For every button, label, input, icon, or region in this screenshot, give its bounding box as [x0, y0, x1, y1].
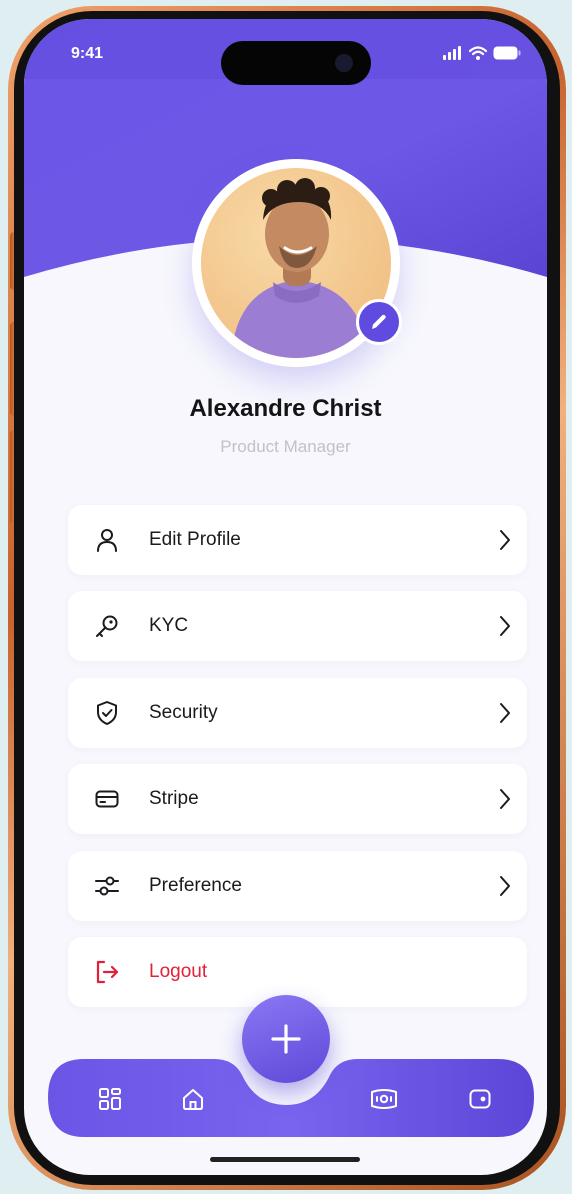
- chevron-right-icon: [500, 789, 510, 810]
- menu-label: Stripe: [149, 788, 199, 810]
- nav-grid[interactable]: [94, 1083, 126, 1115]
- status-time: 9:41: [71, 45, 104, 62]
- battery-icon: [493, 46, 521, 60]
- chevron-right-icon: [500, 875, 510, 896]
- sliders-icon: [95, 876, 119, 896]
- menu-label: KYC: [149, 615, 189, 637]
- menu-item-edit-profile[interactable]: Edit Profile: [68, 505, 527, 575]
- shield-check-icon: [97, 700, 117, 725]
- edit-avatar-button[interactable]: [356, 299, 402, 345]
- menu-label: Preference: [149, 874, 242, 896]
- signal-icon: [443, 46, 461, 60]
- card-icon: [95, 790, 119, 808]
- add-button[interactable]: [242, 995, 330, 1083]
- wifi-icon: [469, 46, 487, 60]
- profile-name: Alexandre Christ: [189, 395, 382, 422]
- menu-item-kyc[interactable]: KYC: [68, 591, 527, 662]
- menu-label: Security: [149, 701, 218, 723]
- profile-role: Product Manager: [220, 437, 351, 456]
- nav-home[interactable]: [177, 1083, 209, 1115]
- nav-money[interactable]: [368, 1083, 400, 1115]
- menu-item-stripe[interactable]: Stripe: [68, 764, 527, 835]
- pencil-icon: [372, 314, 386, 329]
- chevron-right-icon: [500, 616, 510, 637]
- menu-item-preference[interactable]: Preference: [68, 850, 527, 921]
- status-icons: [443, 43, 521, 63]
- chevron-right-icon: [500, 530, 510, 550]
- home-indicator[interactable]: [210, 1157, 360, 1162]
- camera-icon: [335, 54, 353, 72]
- grid-icon: [99, 1088, 121, 1110]
- add-icon: [271, 1024, 301, 1054]
- chevron-right-icon: [500, 702, 510, 723]
- home-icon: [183, 1089, 203, 1110]
- money-icon: [371, 1089, 397, 1109]
- nav-wallet[interactable]: [464, 1083, 496, 1115]
- menu-label: Edit Profile: [149, 529, 241, 550]
- menu-item-security[interactable]: Security: [68, 677, 527, 748]
- settings-menu: Edit Profile KYC Security Stripe Prefere…: [68, 505, 527, 1023]
- dynamic-island: [221, 41, 371, 85]
- key-icon: [96, 615, 118, 638]
- wallet-icon: [469, 1089, 491, 1109]
- app-screen: 9:41 Alexandre Christ Product Manager Ed…: [24, 19, 547, 1175]
- user-icon: [97, 529, 117, 552]
